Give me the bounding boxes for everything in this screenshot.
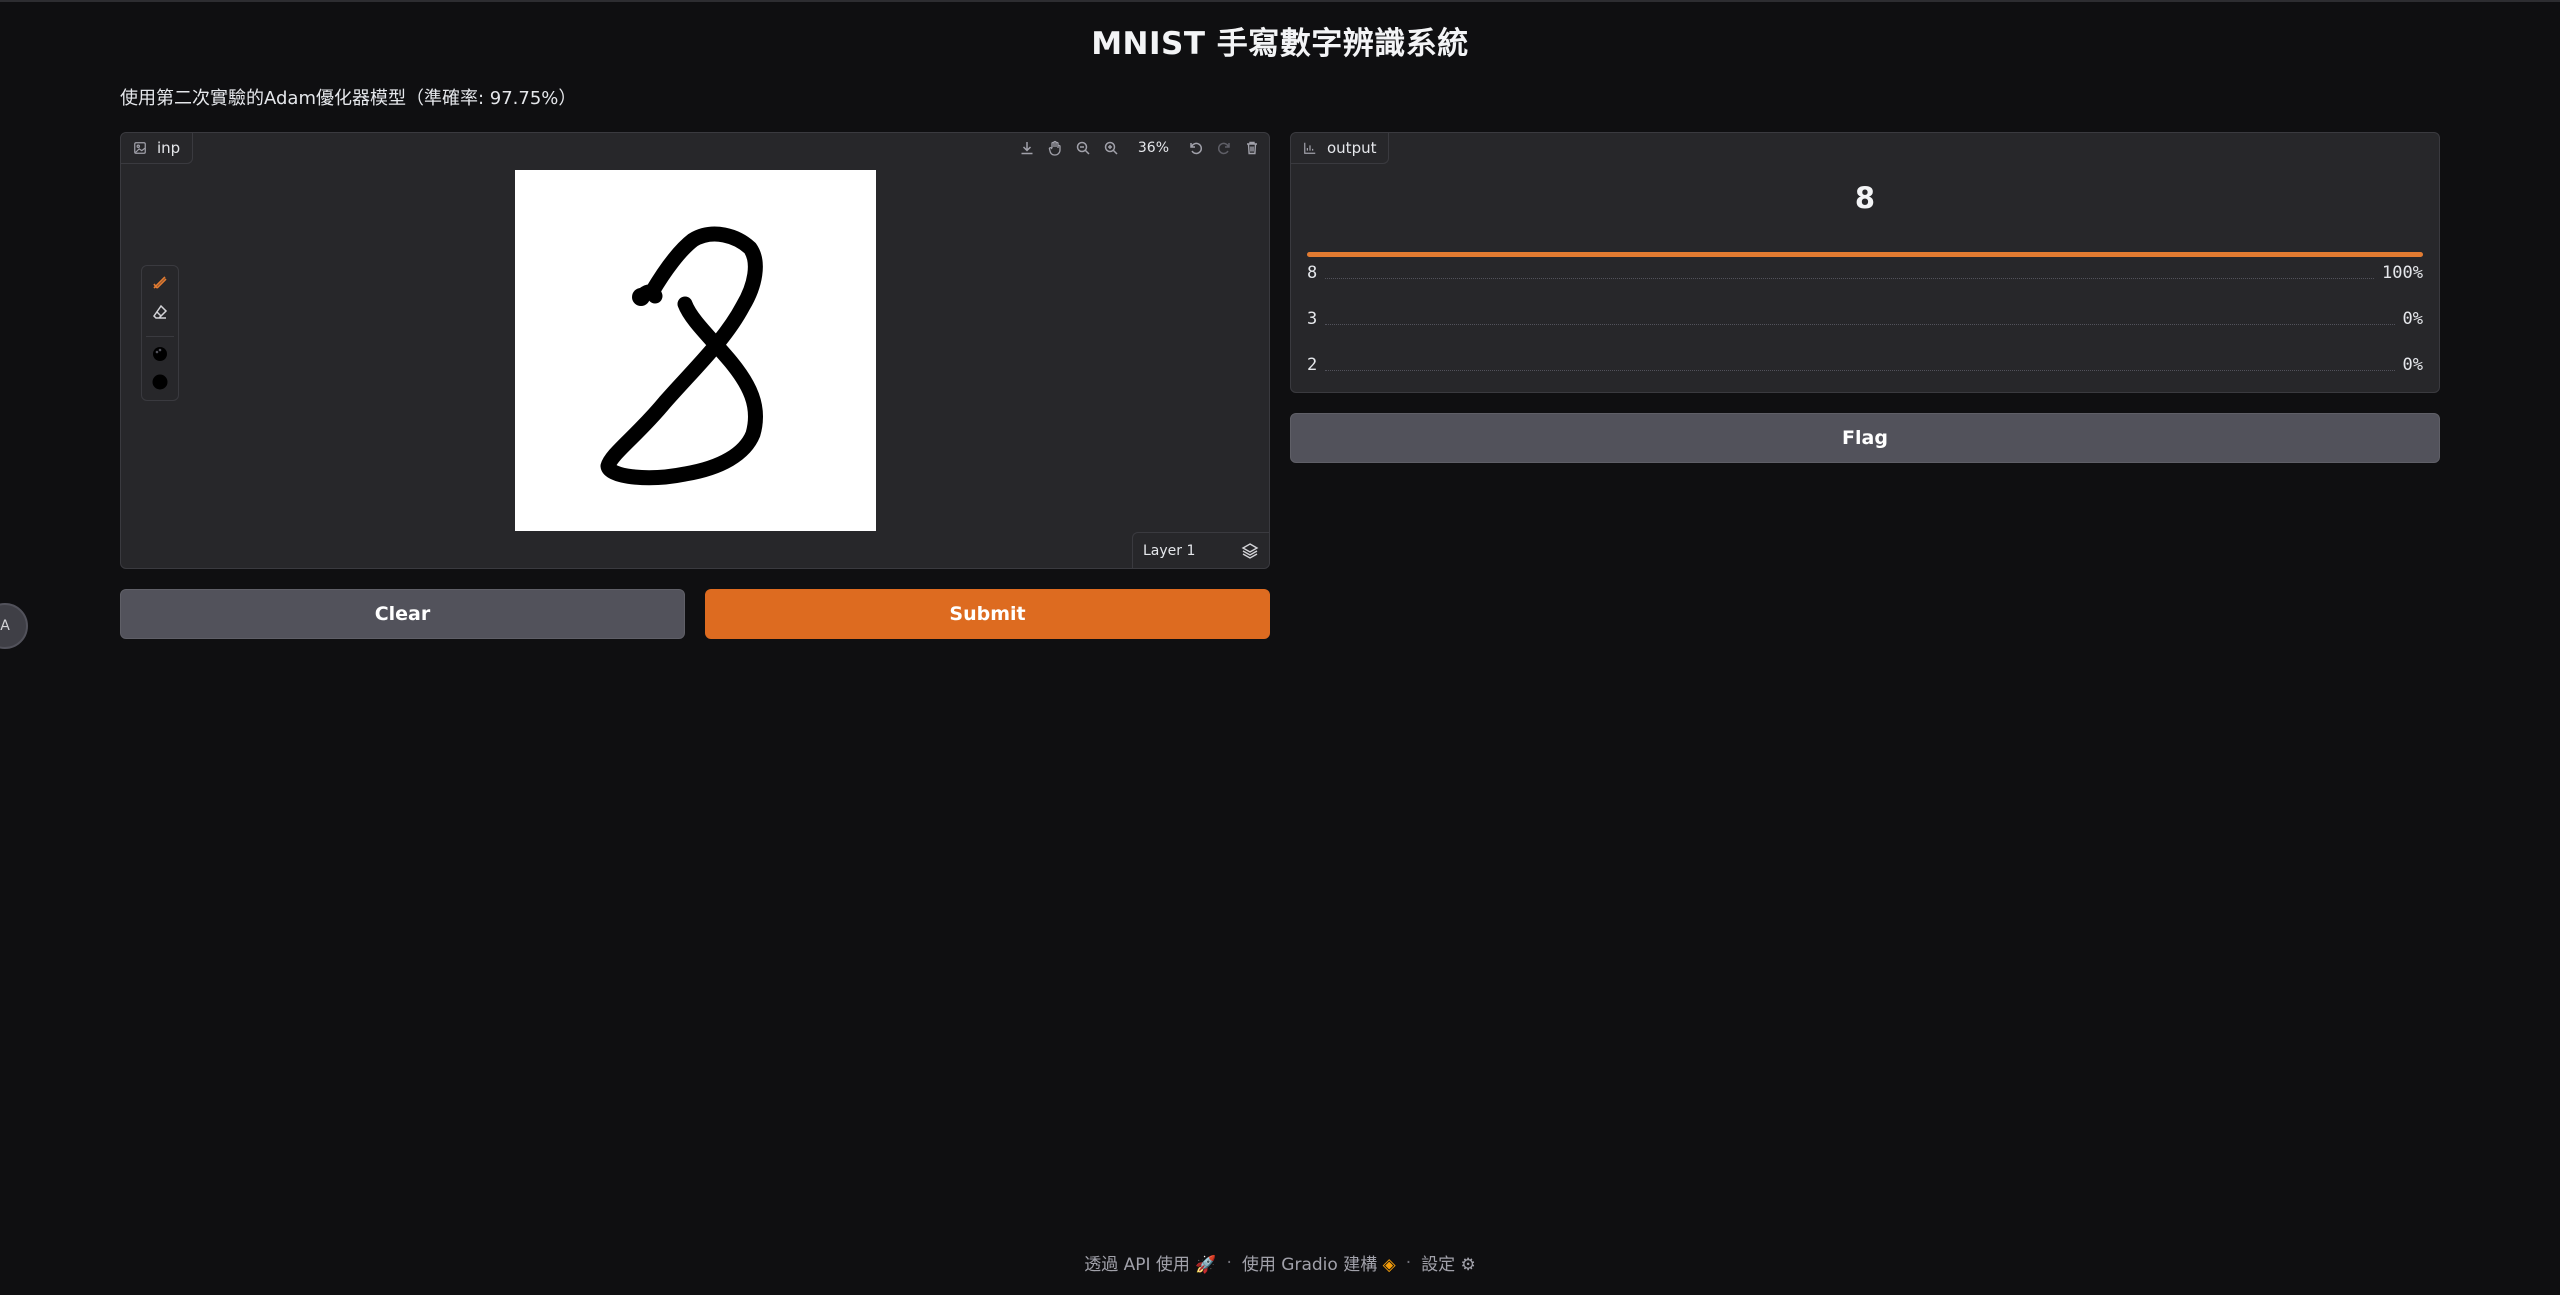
dotted-leader bbox=[1325, 324, 2395, 325]
app-root: MNIST 手寫數字辨識系統 使用第二次實驗的Adam優化器模型（準確率: 97… bbox=[0, 0, 2560, 1295]
undo-icon[interactable] bbox=[1185, 137, 1207, 159]
confidence-label: 8 bbox=[1307, 263, 1318, 283]
footer-separator: · bbox=[1405, 1252, 1412, 1273]
rocket-icon: 🚀 bbox=[1195, 1255, 1217, 1275]
trash-icon[interactable] bbox=[1241, 137, 1263, 159]
editor-toolbar: 36% bbox=[1016, 135, 1263, 161]
gear-icon: ⚙ bbox=[1460, 1255, 1476, 1275]
api-link[interactable]: 透過 API 使用 🚀 bbox=[1084, 1250, 1216, 1275]
predicted-digit: 8 bbox=[1854, 181, 1876, 215]
pan-icon[interactable] bbox=[1044, 137, 1066, 159]
settings-link-text: 設定 bbox=[1421, 1255, 1456, 1275]
translate-bubble-icon[interactable]: A bbox=[0, 603, 28, 649]
layer-name: Layer 1 bbox=[1143, 542, 1196, 559]
confidence-row: 2 0% bbox=[1307, 353, 2423, 375]
confidence-value: 0% bbox=[2402, 309, 2423, 329]
output-panel: output 8 8 100% 3 0% 2 0% bbox=[1290, 132, 2440, 393]
api-link-text: 透過 API 使用 bbox=[1084, 1255, 1190, 1275]
drawing-tools bbox=[141, 265, 179, 401]
download-icon[interactable] bbox=[1016, 137, 1038, 159]
redo-icon[interactable] bbox=[1213, 137, 1235, 159]
confidence-label: 2 bbox=[1307, 355, 1318, 375]
output-label-text: output bbox=[1327, 139, 1377, 157]
layer-selector[interactable]: Layer 1 bbox=[1132, 532, 1269, 568]
handwritten-digit-drawing bbox=[600, 226, 764, 486]
confidence-value: 100% bbox=[2382, 263, 2423, 283]
image-editor-panel: inp 36% Layer 1 bbox=[120, 132, 1270, 569]
gradio-logo-icon: ◈ bbox=[1382, 1255, 1396, 1275]
zoom-out-icon[interactable] bbox=[1072, 137, 1094, 159]
eraser-icon[interactable] bbox=[150, 302, 170, 322]
layers-icon bbox=[1241, 542, 1259, 559]
dotted-leader bbox=[1325, 278, 2375, 279]
flag-button[interactable]: Flag bbox=[1290, 413, 2440, 463]
confidence-bar-track bbox=[1307, 252, 2423, 257]
color-palette-icon[interactable] bbox=[150, 344, 170, 364]
confidence-row: 3 0% bbox=[1307, 307, 2423, 329]
chart-icon bbox=[1304, 142, 1316, 154]
gradio-link-text: 使用 Gradio 建構 bbox=[1241, 1255, 1378, 1275]
submit-button[interactable]: Submit bbox=[705, 589, 1270, 639]
confidence-value: 0% bbox=[2402, 355, 2423, 375]
input-label-text: inp bbox=[157, 139, 181, 157]
zoom-in-icon[interactable] bbox=[1100, 137, 1122, 159]
top-border bbox=[0, 0, 2560, 2]
settings-link[interactable]: 設定 ⚙ bbox=[1421, 1250, 1476, 1275]
drawing-canvas[interactable] bbox=[515, 170, 876, 531]
model-description: 使用第二次實驗的Adam優化器模型（準確率: 97.75%） bbox=[120, 88, 577, 109]
confidence-bar bbox=[1307, 252, 2423, 257]
image-icon bbox=[134, 142, 146, 154]
input-label: inp bbox=[121, 133, 194, 164]
tools-divider bbox=[146, 336, 174, 337]
zoom-level: 36% bbox=[1137, 140, 1169, 156]
dotted-leader bbox=[1325, 370, 2395, 371]
output-label: output bbox=[1291, 133, 1390, 164]
confidence-label: 3 bbox=[1307, 309, 1318, 329]
brush-icon[interactable] bbox=[150, 272, 170, 292]
confidence-row: 8 100% bbox=[1307, 261, 2423, 283]
brush-size-icon[interactable] bbox=[150, 372, 170, 392]
page-title: MNIST 手寫數字辨識系統 bbox=[1091, 26, 1469, 62]
footer: 透過 API 使用 🚀 · 使用 Gradio 建構 ◈ · 設定 ⚙ bbox=[0, 1250, 2560, 1276]
gradio-link[interactable]: 使用 Gradio 建構 ◈ bbox=[1242, 1250, 1396, 1275]
clear-button[interactable]: Clear bbox=[120, 589, 685, 639]
footer-separator: · bbox=[1226, 1252, 1232, 1273]
